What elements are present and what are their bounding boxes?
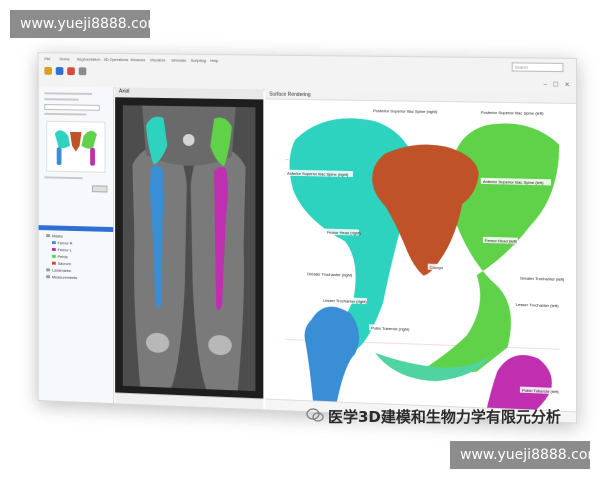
tree-item[interactable]: Femur R [51, 240, 73, 246]
svg-text:Pubic Tubercle (right): Pubic Tubercle (right) [371, 325, 410, 331]
pelvis-icon[interactable] [67, 67, 75, 76]
mask-icon [51, 262, 56, 266]
tab-measure[interactable]: Measure [131, 57, 146, 62]
ok-button[interactable] [92, 185, 108, 193]
tree-item[interactable]: Landmarks [46, 267, 71, 273]
folder-icon [46, 234, 51, 238]
svg-text:Greater Trochanter (left): Greater Trochanter (left) [520, 275, 565, 282]
svg-text:Lesser Trochanter (left): Lesser Trochanter (left) [516, 302, 560, 309]
watermark-top: www.yueji8888.com [10, 10, 161, 38]
svg-text:Coccyx: Coccyx [430, 265, 443, 271]
3d-view[interactable]: Surface Rendering Posterior Superior Ili… [265, 89, 576, 424]
landmark-label: Lesser Trochanter (left) [513, 300, 562, 309]
landmark-label: Posterior Superior Iliac Spine (left) [478, 108, 552, 116]
tab-file[interactable]: File [44, 56, 50, 61]
svg-text:Posterior Superior Iliac Spine: Posterior Superior Iliac Spine (left) [481, 110, 544, 116]
tree-item[interactable]: Masks [46, 233, 63, 238]
tab-visualize[interactable]: Visualize [150, 57, 165, 62]
pelvis-model: Posterior Superior Iliac Spine (right) P… [265, 107, 568, 411]
left-femur [486, 353, 552, 411]
tree-item[interactable]: Sacrum [51, 261, 71, 266]
panel-text-line [44, 98, 79, 101]
tree-item[interactable]: Pelvis [51, 254, 68, 259]
landmark-label: Greater Trochanter (left) [517, 274, 568, 282]
svg-text:Lesser Trochanter (right): Lesser Trochanter (right) [323, 298, 368, 305]
svg-text:Posterior Superior Iliac Spine: Posterior Superior Iliac Spine (right) [373, 108, 438, 114]
pelvis-thumbnail [46, 120, 106, 173]
landmark-label: Coccyx [427, 263, 449, 271]
watermark-bottom: www.yueji8888.com [450, 441, 600, 469]
mask-icon [51, 241, 56, 245]
landmark-label: Pubic Tubercle (right) [369, 324, 416, 332]
landmark-label: Posterior Superior Iliac Spine (right) [371, 107, 442, 115]
tool-icon[interactable] [78, 67, 87, 76]
wechat-icon [306, 408, 324, 422]
tab-home[interactable]: Home [60, 56, 70, 61]
window-controls[interactable]: – ☐ ✕ [544, 81, 572, 89]
mask-icon [51, 255, 56, 259]
tree-item[interactable]: Measurements [46, 274, 77, 280]
save-icon[interactable] [55, 67, 64, 75]
tab-help[interactable]: Help [210, 58, 218, 63]
panel-text-line [44, 112, 87, 116]
project-panel: Masks Femur R Femur L Pelvis Sacrum Land… [38, 86, 115, 404]
tab-simulate[interactable]: Simulate [171, 58, 186, 63]
tab-scripting[interactable]: Scripting [191, 58, 206, 63]
ct-view-title[interactable]: Axial [119, 88, 129, 94]
caption-text: 医学3D建模和生物力学有限元分析 [328, 408, 561, 426]
tab-segmentation[interactable]: Segmentation [77, 57, 101, 62]
search-input[interactable]: Search [511, 62, 564, 73]
folder-icon [46, 275, 51, 279]
3d-view-title: Surface Rendering [269, 91, 311, 99]
tree-item[interactable]: Femur L [51, 247, 72, 252]
tree-header [38, 225, 114, 232]
folder-icon [46, 268, 51, 272]
landmark-label: Femur Head (right) [324, 228, 362, 236]
application-window: File Home Segmentation 3D Operations Mea… [37, 52, 578, 424]
svg-text:Femur Head (right): Femur Head (right) [327, 230, 362, 236]
name-field[interactable] [44, 104, 100, 111]
panel-text-line [44, 92, 93, 95]
landmark-label: Greater Trochanter (right) [304, 270, 353, 278]
folder-icon[interactable] [44, 66, 52, 75]
panel-text-line [44, 176, 83, 180]
svg-text:Femur Head (left): Femur Head (left) [485, 238, 518, 244]
mask-icon [51, 248, 56, 252]
tab-3d-operations[interactable]: 3D Operations [104, 57, 129, 62]
ct-slice-view[interactable] [115, 97, 264, 399]
right-femur [304, 305, 360, 403]
svg-text:Greater Trochanter (right): Greater Trochanter (right) [307, 271, 353, 277]
landmark-label: Femur Head (left) [482, 236, 518, 244]
ct-image [122, 105, 256, 392]
